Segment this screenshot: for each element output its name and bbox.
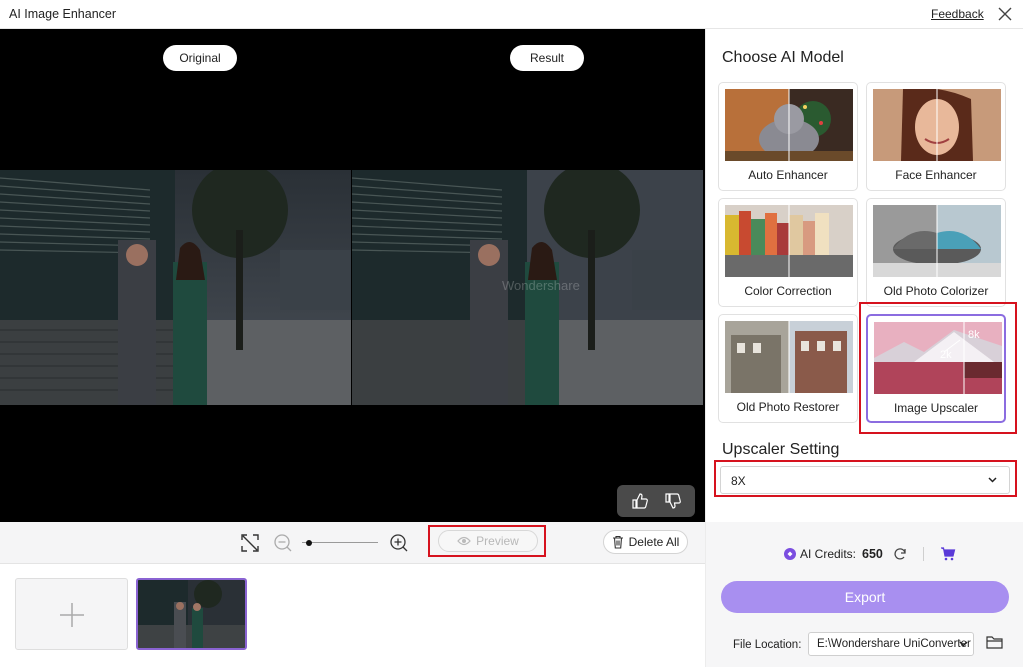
window-title: AI Image Enhancer <box>9 7 117 21</box>
old-photo-restorer-preview <box>725 321 853 393</box>
color-correction-preview <box>725 205 853 277</box>
add-image-button[interactable] <box>15 578 128 650</box>
model-card-old-photo-restorer[interactable]: Old Photo Restorer <box>718 314 858 423</box>
thumbnail-strip <box>0 565 705 667</box>
zoom-out-icon[interactable] <box>273 533 293 553</box>
file-location-value: E:\Wondershare UniConverter <box>817 638 971 650</box>
result-image: Wondershare <box>352 170 703 405</box>
file-location-label: File Location: <box>733 639 802 651</box>
folder-icon[interactable] <box>986 635 1003 649</box>
credits-icon <box>784 548 796 560</box>
delete-all-label: Delete All <box>628 535 680 549</box>
image-upscaler-preview: 2k 8k <box>874 322 1002 394</box>
image-upscaler-label: Image Upscaler <box>893 401 979 415</box>
trash-icon <box>612 535 623 549</box>
upscaler-select-value: 8X <box>731 474 746 488</box>
image-thumbnail[interactable] <box>136 578 247 650</box>
upscaler-badge-from: 2k <box>940 349 952 361</box>
eye-icon <box>457 536 471 546</box>
upscaler-setting-heading: Upscaler Setting <box>722 441 840 458</box>
watermark-text: Wondershare <box>502 278 580 293</box>
model-card-image-upscaler[interactable]: 2k 8k Image Upscaler <box>866 314 1006 423</box>
cart-icon[interactable] <box>940 547 956 561</box>
preview-label: Preview <box>476 534 519 548</box>
preview-highlight: Preview <box>428 525 546 557</box>
delete-all-button[interactable]: Delete All <box>603 530 688 554</box>
upscaler-badge-to: 8k <box>968 329 980 341</box>
ai-image-enhancer-window: AI Image Enhancer Feedback Original Resu… <box>0 0 1023 667</box>
ai-credits: AI Credits: 650 <box>784 547 956 561</box>
zoom-in-icon[interactable] <box>389 533 409 553</box>
old-photo-colorizer-label: Old Photo Colorizer <box>883 284 989 298</box>
location-chevron-down-icon <box>959 641 968 647</box>
result-label: Result <box>510 45 584 71</box>
thumbs-up-icon[interactable] <box>628 489 652 513</box>
export-button[interactable]: Export <box>721 581 1009 613</box>
compare-canvas: Original Result Wondershare <box>0 29 705 522</box>
face-enhancer-preview <box>873 89 1001 161</box>
canvas-toolbar: Preview Delete All <box>0 522 705 564</box>
original-label: Original <box>163 45 237 71</box>
model-card-color-correction[interactable]: Color Correction <box>718 198 858 307</box>
model-card-old-photo-colorizer[interactable]: Old Photo Colorizer <box>866 198 1006 307</box>
color-correction-label: Color Correction <box>744 284 832 298</box>
file-location-select[interactable]: E:\Wondershare UniConverter <box>808 632 974 656</box>
old-photo-colorizer-preview <box>873 205 1001 277</box>
plus-icon <box>60 603 84 627</box>
old-photo-restorer-label: Old Photo Restorer <box>736 400 840 414</box>
upscaler-select[interactable]: 8X <box>720 466 1010 494</box>
preview-button[interactable]: Preview <box>438 530 538 552</box>
auto-enhancer-label: Auto Enhancer <box>748 168 828 182</box>
zoom-slider[interactable] <box>302 540 378 546</box>
auto-enhancer-preview <box>725 89 853 161</box>
choose-model-heading: Choose AI Model <box>722 49 844 66</box>
credits-label: AI Credits: <box>800 547 857 561</box>
close-icon[interactable] <box>996 5 1014 23</box>
divider <box>922 547 924 561</box>
rating-buttons <box>617 485 695 517</box>
zoom-slider-knob[interactable] <box>306 540 312 546</box>
credits-value: 650 <box>862 547 883 561</box>
title-bar: AI Image Enhancer Feedback <box>0 0 1023 29</box>
refresh-icon[interactable] <box>893 547 907 561</box>
original-image <box>0 170 351 405</box>
model-card-face-enhancer[interactable]: Face Enhancer <box>866 82 1006 191</box>
feedback-link[interactable]: Feedback <box>931 7 984 21</box>
fit-screen-icon[interactable] <box>240 533 260 553</box>
thumbs-down-icon[interactable] <box>661 489 685 513</box>
chevron-down-icon <box>988 477 997 483</box>
model-card-auto-enhancer[interactable]: Auto Enhancer <box>718 82 858 191</box>
face-enhancer-label: Face Enhancer <box>895 168 977 182</box>
